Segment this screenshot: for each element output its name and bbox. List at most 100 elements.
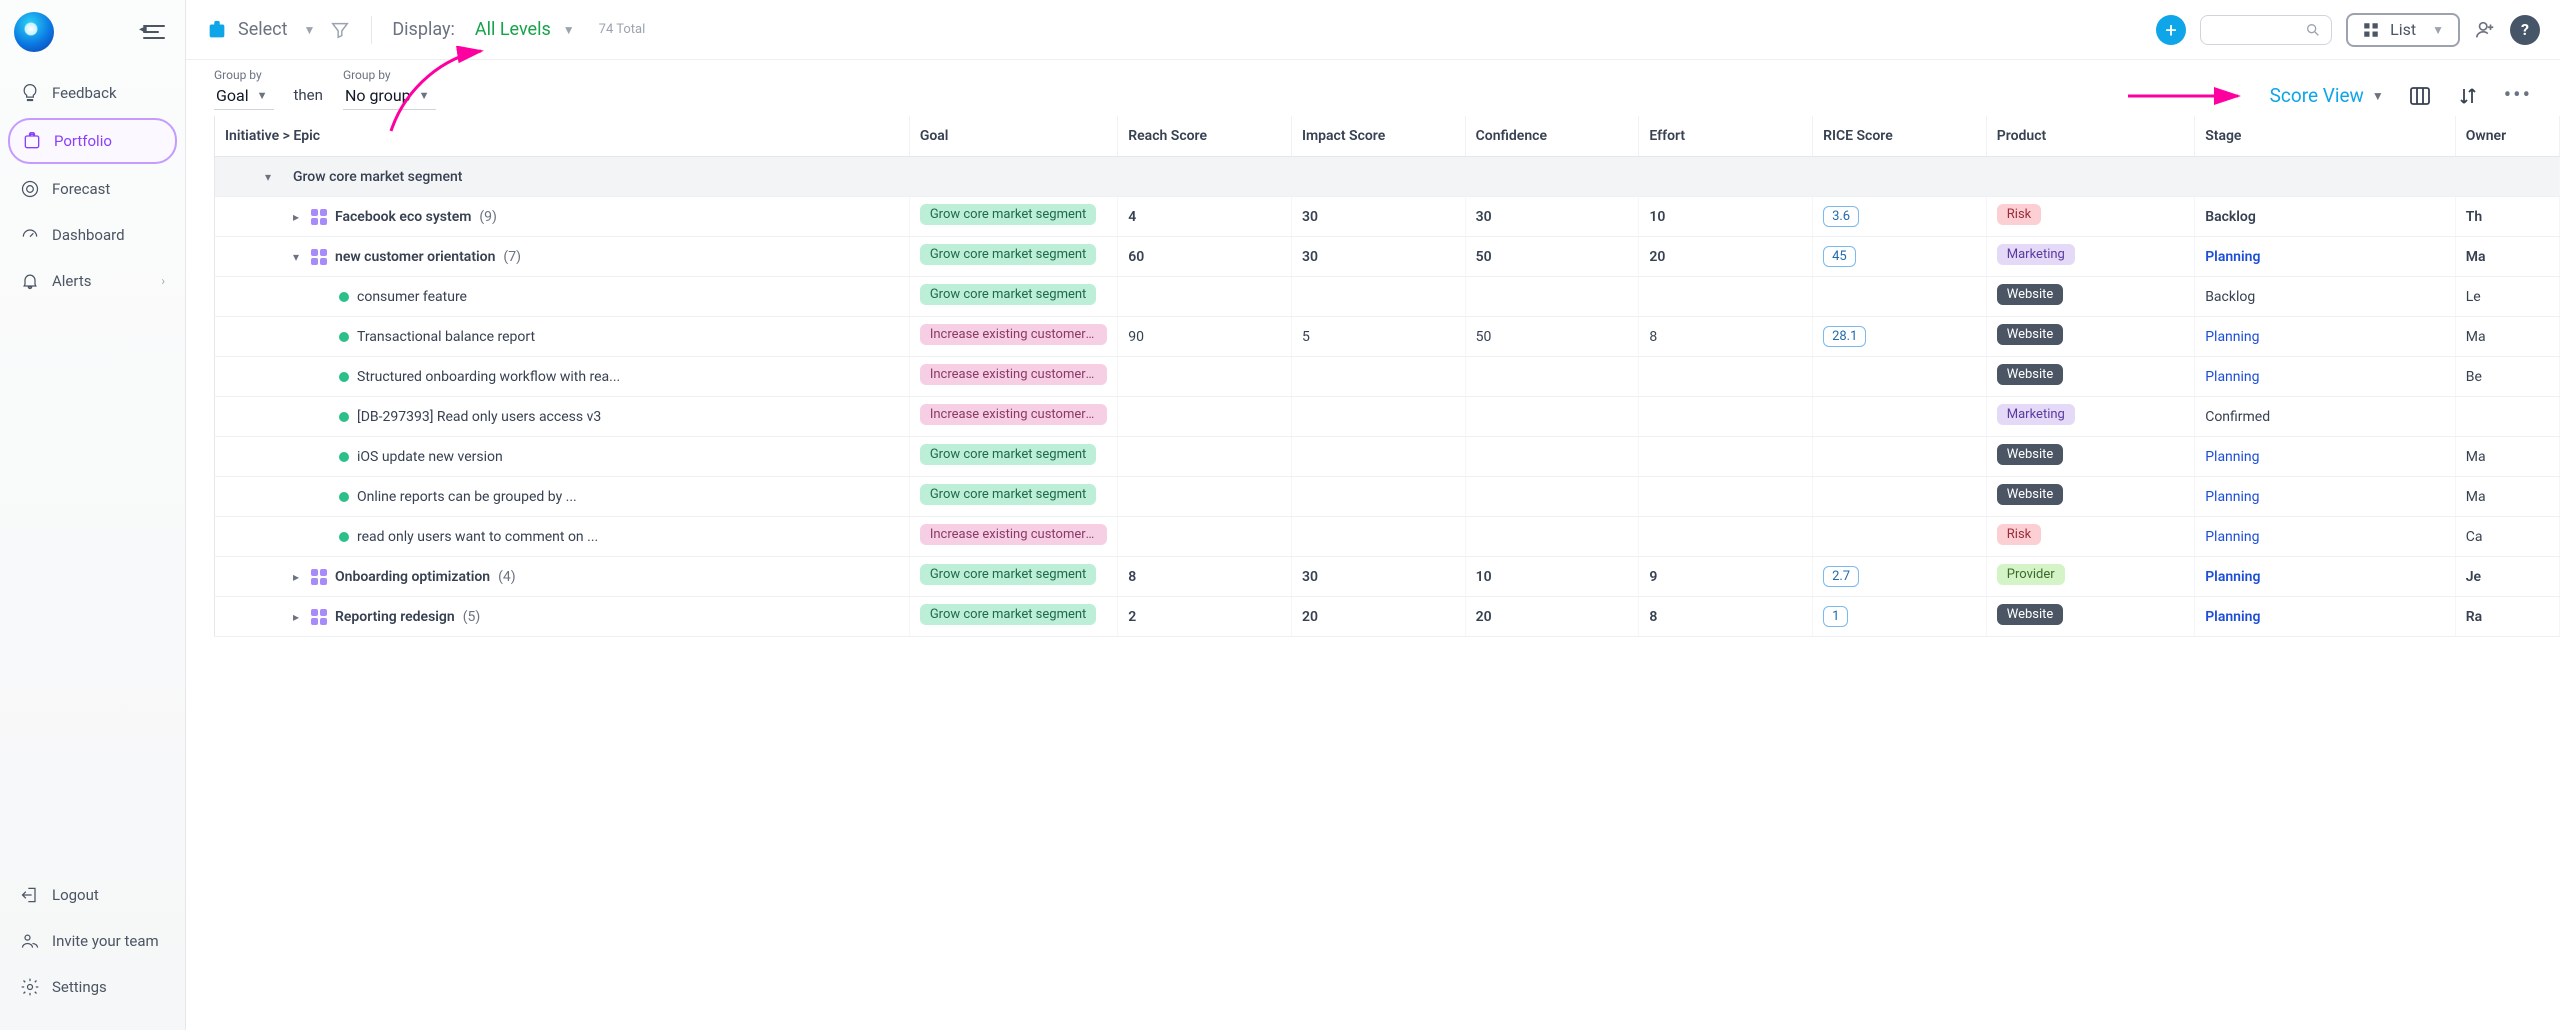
filter-icon[interactable]: [329, 19, 351, 41]
table-row[interactable]: Transactional balance report Increase ex…: [215, 317, 2560, 357]
table-header-row: Initiative > Epic Goal Reach Score Impac…: [215, 116, 2560, 157]
app-logo[interactable]: [14, 12, 54, 52]
sidebar: Feedback Portfolio Forecast Dashboard Al…: [0, 0, 186, 1030]
reach-cell: 60: [1118, 237, 1292, 277]
confidence-cell: 10: [1465, 557, 1639, 597]
table-row[interactable]: [DB-297393] Read only users access v3 In…: [215, 397, 2560, 437]
col-product[interactable]: Product: [1986, 116, 2194, 157]
collapse-sidebar-button[interactable]: [143, 20, 171, 44]
row-name: read only users want to comment on ...: [357, 529, 598, 545]
rice-score: 3.6: [1823, 206, 1859, 227]
chevron-down-icon: ▼: [303, 23, 315, 37]
col-initiative[interactable]: Initiative > Epic: [215, 116, 910, 157]
disclosure-toggle[interactable]: ▾: [261, 170, 275, 184]
groupby-label: Group by: [214, 68, 274, 82]
add-button[interactable]: +: [2156, 15, 2186, 45]
feature-bullet-icon: [339, 332, 349, 342]
col-owner[interactable]: Owner: [2455, 116, 2559, 157]
stage-cell[interactable]: Planning: [2205, 329, 2259, 345]
col-rice[interactable]: RICE Score: [1813, 116, 1987, 157]
product-pill: Marketing: [1997, 404, 2075, 425]
row-name: Transactional balance report: [357, 329, 535, 345]
row-name: Structured onboarding workflow with rea.…: [357, 369, 620, 385]
bell-icon: [20, 271, 40, 291]
select-scope-dropdown[interactable]: Select ▼: [206, 19, 315, 41]
lightbulb-icon: [20, 83, 40, 103]
feature-bullet-icon: [339, 492, 349, 502]
table-row[interactable]: ▸ Facebook eco system (9) Grow core mark…: [215, 197, 2560, 237]
table-row[interactable]: consumer feature Grow core market segmen…: [215, 277, 2560, 317]
table-row[interactable]: Online reports can be grouped by ... Gro…: [215, 477, 2560, 517]
nav-label: Feedback: [52, 84, 117, 102]
groupby-primary[interactable]: Group by Goal ▼: [214, 68, 274, 110]
table-row[interactable]: ▸ Reporting redesign (5) Grow core marke…: [215, 597, 2560, 637]
row-name: Online reports can be grouped by ...: [357, 489, 577, 505]
goal-pill: Grow core market segment: [920, 564, 1097, 585]
sidebar-item-logout[interactable]: Logout: [8, 874, 177, 916]
invite-user-icon[interactable]: [2474, 19, 2496, 41]
table-row[interactable]: ▸ Onboarding optimization (4) Grow core …: [215, 557, 2560, 597]
score-view-dropdown[interactable]: Score View ▼: [2270, 84, 2384, 107]
sidebar-item-dashboard[interactable]: Dashboard: [8, 214, 177, 256]
help-button[interactable]: ?: [2510, 15, 2540, 45]
table-row[interactable]: Structured onboarding workflow with rea.…: [215, 357, 2560, 397]
stage-cell[interactable]: Planning: [2205, 529, 2259, 545]
sidebar-item-invite[interactable]: Invite your team: [8, 920, 177, 962]
col-stage[interactable]: Stage: [2195, 116, 2456, 157]
col-impact[interactable]: Impact Score: [1291, 116, 1465, 157]
display-label: Display:: [392, 19, 455, 40]
sidebar-item-forecast[interactable]: Forecast: [8, 168, 177, 210]
rice-score: 1: [1823, 606, 1848, 627]
sidebar-item-alerts[interactable]: Alerts ›: [8, 260, 177, 302]
stage-cell[interactable]: Planning: [2205, 489, 2259, 505]
goal-pill: Grow core market segment: [920, 484, 1097, 505]
col-effort[interactable]: Effort: [1639, 116, 1813, 157]
view-mode-dropdown[interactable]: List ▼: [2346, 13, 2460, 47]
col-confidence[interactable]: Confidence: [1465, 116, 1639, 157]
table-row[interactable]: iOS update new version Grow core market …: [215, 437, 2560, 477]
row-count: (9): [479, 209, 497, 225]
more-menu-button[interactable]: •••: [2504, 83, 2532, 108]
groupby-secondary[interactable]: Group by No group ▼: [343, 68, 436, 110]
gear-icon: [20, 977, 40, 997]
stage-cell[interactable]: Planning: [2205, 449, 2259, 465]
briefcase-icon: [206, 19, 228, 41]
row-name: Onboarding optimization: [335, 569, 490, 585]
sidebar-item-portfolio[interactable]: Portfolio: [8, 118, 177, 164]
primary-nav: Feedback Portfolio Forecast Dashboard Al…: [0, 66, 185, 866]
display-level-dropdown[interactable]: All Levels ▼: [475, 19, 575, 40]
stage-cell[interactable]: Planning: [2205, 369, 2259, 385]
sidebar-item-feedback[interactable]: Feedback: [8, 72, 177, 114]
sort-icon[interactable]: [2456, 84, 2480, 108]
disclosure-toggle[interactable]: ▾: [289, 250, 303, 264]
stage-cell[interactable]: Planning: [2205, 249, 2260, 265]
col-goal[interactable]: Goal: [909, 116, 1117, 157]
table-row[interactable]: ▾ new customer orientation (7) Grow core…: [215, 237, 2560, 277]
owner-cell: Ra: [2455, 597, 2559, 637]
search-input[interactable]: [2200, 15, 2332, 45]
group-header-row[interactable]: ▾ Grow core market segment: [215, 157, 2560, 197]
disclosure-toggle[interactable]: ▸: [289, 610, 303, 624]
gauge-icon: [20, 225, 40, 245]
col-reach[interactable]: Reach Score: [1118, 116, 1292, 157]
goal-pill: Grow core market segment: [920, 204, 1097, 225]
effort-cell: 10: [1639, 197, 1813, 237]
stage-cell[interactable]: Planning: [2205, 609, 2260, 625]
table-row[interactable]: read only users want to comment on ... I…: [215, 517, 2560, 557]
stage-cell[interactable]: Planning: [2205, 569, 2260, 585]
score-view-label: Score View: [2270, 84, 2364, 107]
disclosure-toggle[interactable]: ▸: [289, 210, 303, 224]
data-table-wrapper: Initiative > Epic Goal Reach Score Impac…: [186, 116, 2560, 1030]
layout-columns-icon[interactable]: [2408, 84, 2432, 108]
product-pill: Risk: [1997, 204, 2041, 225]
product-pill: Website: [1997, 444, 2064, 465]
logout-icon: [20, 885, 40, 905]
total-count: 74 Total: [599, 22, 646, 37]
impact-cell: 20: [1291, 597, 1465, 637]
groupby-value: No group: [345, 86, 411, 105]
rice-score: 2.7: [1823, 566, 1859, 587]
sidebar-item-settings[interactable]: Settings: [8, 966, 177, 1008]
disclosure-toggle[interactable]: ▸: [289, 570, 303, 584]
total-label: Total: [616, 22, 645, 37]
confidence-cell: 20: [1465, 597, 1639, 637]
